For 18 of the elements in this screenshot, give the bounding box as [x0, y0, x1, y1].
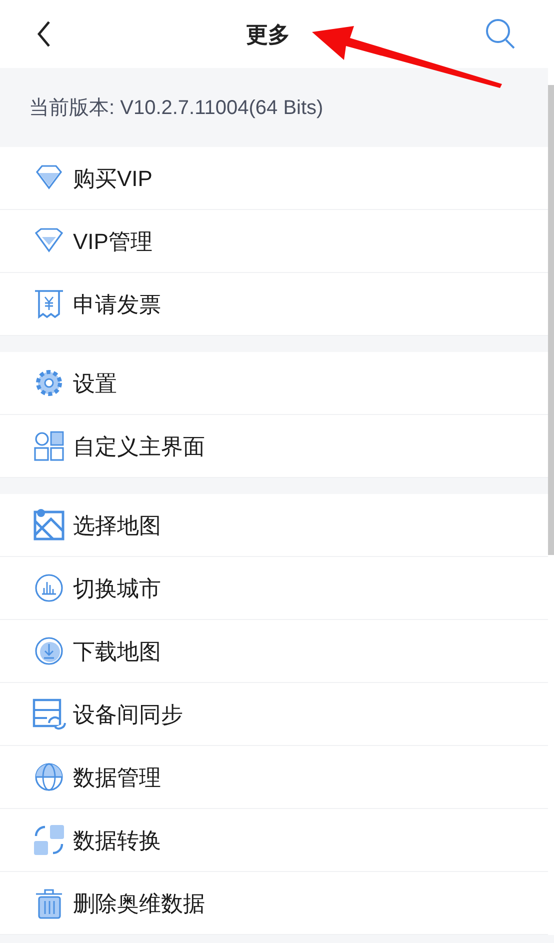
menu-item[interactable]: VIP管理	[0, 210, 548, 273]
page-title: 更多	[246, 20, 290, 48]
menu-item[interactable]: 申请发票	[0, 273, 548, 336]
menu-item[interactable]: 删除奥维数据	[0, 872, 548, 935]
convert-icon	[31, 822, 67, 858]
menu-item[interactable]: 自定义主界面	[0, 415, 548, 478]
back-icon[interactable]	[36, 20, 52, 48]
sync-icon	[31, 696, 67, 732]
menu-item[interactable]: 选择地图	[0, 494, 548, 557]
menu-item[interactable]: 数据管理	[0, 746, 548, 809]
menu-item[interactable]: 设置	[0, 352, 548, 415]
menu-item[interactable]: 设备间同步	[0, 683, 548, 746]
menu-item[interactable]: 切换城市	[0, 557, 548, 620]
menu-item[interactable]: 下载地图	[0, 620, 548, 683]
version-text: 当前版本: V10.2.7.11004(64 Bits)	[29, 96, 324, 120]
menu-item[interactable]: 数据转换	[0, 809, 548, 872]
map-icon	[31, 507, 67, 543]
menu-item[interactable]: 购买VIP	[0, 147, 548, 210]
